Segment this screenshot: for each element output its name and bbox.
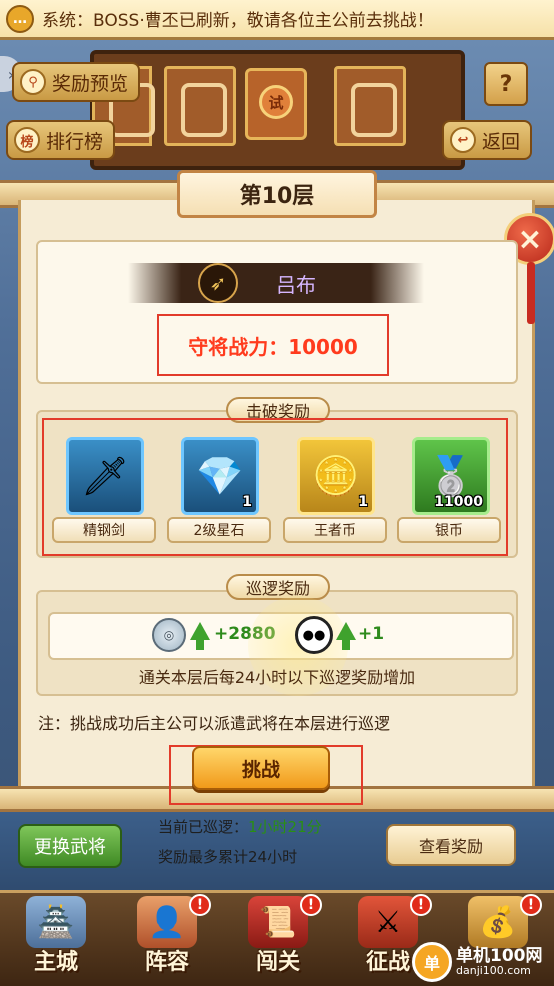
reward-item-2[interactable]: 💎 1 xyxy=(181,437,259,515)
watermark-text: 单机100网 danji100.com xyxy=(456,945,543,978)
crossed-swords-icon: ⚔ xyxy=(358,896,418,948)
watermark-logo: 单 xyxy=(412,942,452,982)
watermark-url: danji100.com xyxy=(456,964,531,978)
increase-arrow-stem-2 xyxy=(342,638,350,650)
magnifier-icon: ⚲ xyxy=(20,69,46,95)
increase-arrow-stem xyxy=(196,638,204,650)
general-portrait-icon: 👤 xyxy=(137,896,197,948)
tower-emblem: 试 xyxy=(245,68,307,140)
swap-general-button[interactable]: 更换武将 xyxy=(18,824,122,868)
scroll-icon: 📜 xyxy=(248,896,308,948)
nav-formation-badge: ! xyxy=(189,894,211,916)
emblem-glyph: 试 xyxy=(259,85,293,119)
help-button[interactable]: ? xyxy=(484,62,528,106)
castle-icon: 🏯 xyxy=(26,896,86,948)
reward-count-3: 1 xyxy=(358,494,368,510)
guard-power-text: 守将战力：10000 xyxy=(188,334,358,359)
view-rewards-label: 查看奖励 xyxy=(418,837,483,856)
ranking-label: 排行榜 xyxy=(46,130,104,153)
reward-count-2: 1 xyxy=(242,494,252,510)
nav-main-city[interactable]: 🏯 主城 xyxy=(6,890,106,986)
site-watermark: 单 单机100网 danji100.com xyxy=(412,940,552,984)
patrol-time-line: 当前已巡逻：1小时21分 xyxy=(158,816,322,837)
gate-panel-left xyxy=(164,66,236,146)
nav-main-city-label: 主城 xyxy=(33,950,78,975)
close-icon: × xyxy=(517,221,543,257)
reward-item-4[interactable]: 🥈 11000 xyxy=(412,437,490,515)
reward-label-3: 王者币 xyxy=(283,517,387,543)
view-rewards-button[interactable]: 查看奖励 xyxy=(386,824,516,866)
panda-icon: ●● xyxy=(295,616,333,654)
king-coin-icon: 🪙 xyxy=(312,453,360,498)
floor-title: 第10层 xyxy=(177,170,377,218)
nav-stages-badge: ! xyxy=(300,894,322,916)
announcement-text: 系统：BOSS·曹丕已刷新，敬请各位主公前去挑战！ xyxy=(42,11,434,31)
silver-coin-icon: 🥈 xyxy=(427,453,475,498)
ranking-button[interactable]: 榜 排行榜 xyxy=(6,120,116,160)
boss-name: 吕布 xyxy=(276,272,316,297)
tassel-decoration xyxy=(527,262,535,324)
nav-bag-badge: ! xyxy=(520,894,542,916)
nav-campaign-badge: ! xyxy=(410,894,432,916)
reward-preview-label: 奖励预览 xyxy=(52,72,129,95)
back-label: 返回 xyxy=(482,130,521,153)
reward-label-1: 精钢剑 xyxy=(52,517,156,543)
challenge-button[interactable]: 挑战 xyxy=(192,746,330,790)
nav-formation-label: 阵容 xyxy=(144,950,189,975)
reward-label-4: 银币 xyxy=(397,517,501,543)
patrol-time-prefix: 当前已巡逻： xyxy=(158,818,249,836)
reward-item-3[interactable]: 🪙 1 xyxy=(297,437,375,515)
announcement-bar: … 系统：BOSS·曹丕已刷新，敬请各位主公前去挑战！ xyxy=(0,0,554,40)
patrol-time-value: 1小时21分 xyxy=(248,818,322,836)
nav-stages[interactable]: 📜 ! 闯关 xyxy=(228,890,328,986)
reward-item-1[interactable]: 🗡 xyxy=(66,437,144,515)
back-arrow-icon: ↩ xyxy=(450,127,476,153)
max-accumulate-text: 奖励最多累计24小时 xyxy=(158,848,298,866)
patrol-dispatch-note: 注：挑战成功后主公可以派遣武将在本层进行巡逻 xyxy=(38,714,391,733)
reward-label-2: 2级星石 xyxy=(167,517,271,543)
back-button[interactable]: ↩ 返回 xyxy=(442,120,533,160)
sword-icon: 🗡 xyxy=(80,453,130,498)
copper-coin-icon: ◎ xyxy=(152,618,186,652)
nav-stages-label: 闯关 xyxy=(255,950,300,975)
patrol-note: 通关本层后每24小时以下巡逻奖励增加 xyxy=(138,668,416,687)
swap-general-label: 更换武将 xyxy=(34,837,106,858)
gate-panel-right xyxy=(334,66,406,146)
reward-preview-button[interactable]: ⚲ 奖励预览 xyxy=(12,62,141,102)
watermark-name: 单机100网 xyxy=(456,945,543,966)
reward-count-4: 11000 xyxy=(434,494,483,510)
guard-power: 守将战力：10000 xyxy=(157,314,389,376)
star-stone-icon: 💎 xyxy=(196,453,244,498)
help-glyph: ? xyxy=(499,71,513,97)
patrol-rewards-label: 巡逻奖励 xyxy=(226,574,330,600)
nav-formation[interactable]: 👤 ! 阵容 xyxy=(117,890,217,986)
challenge-label: 挑战 xyxy=(241,758,280,781)
speech-bubble-icon: … xyxy=(6,4,34,33)
bow-icon: ➶ xyxy=(198,263,238,303)
ranking-scroll-icon: 榜 xyxy=(14,127,40,153)
boss-name-bar: 吕布 xyxy=(128,263,424,303)
panda-gain-value: +1 xyxy=(358,624,385,644)
